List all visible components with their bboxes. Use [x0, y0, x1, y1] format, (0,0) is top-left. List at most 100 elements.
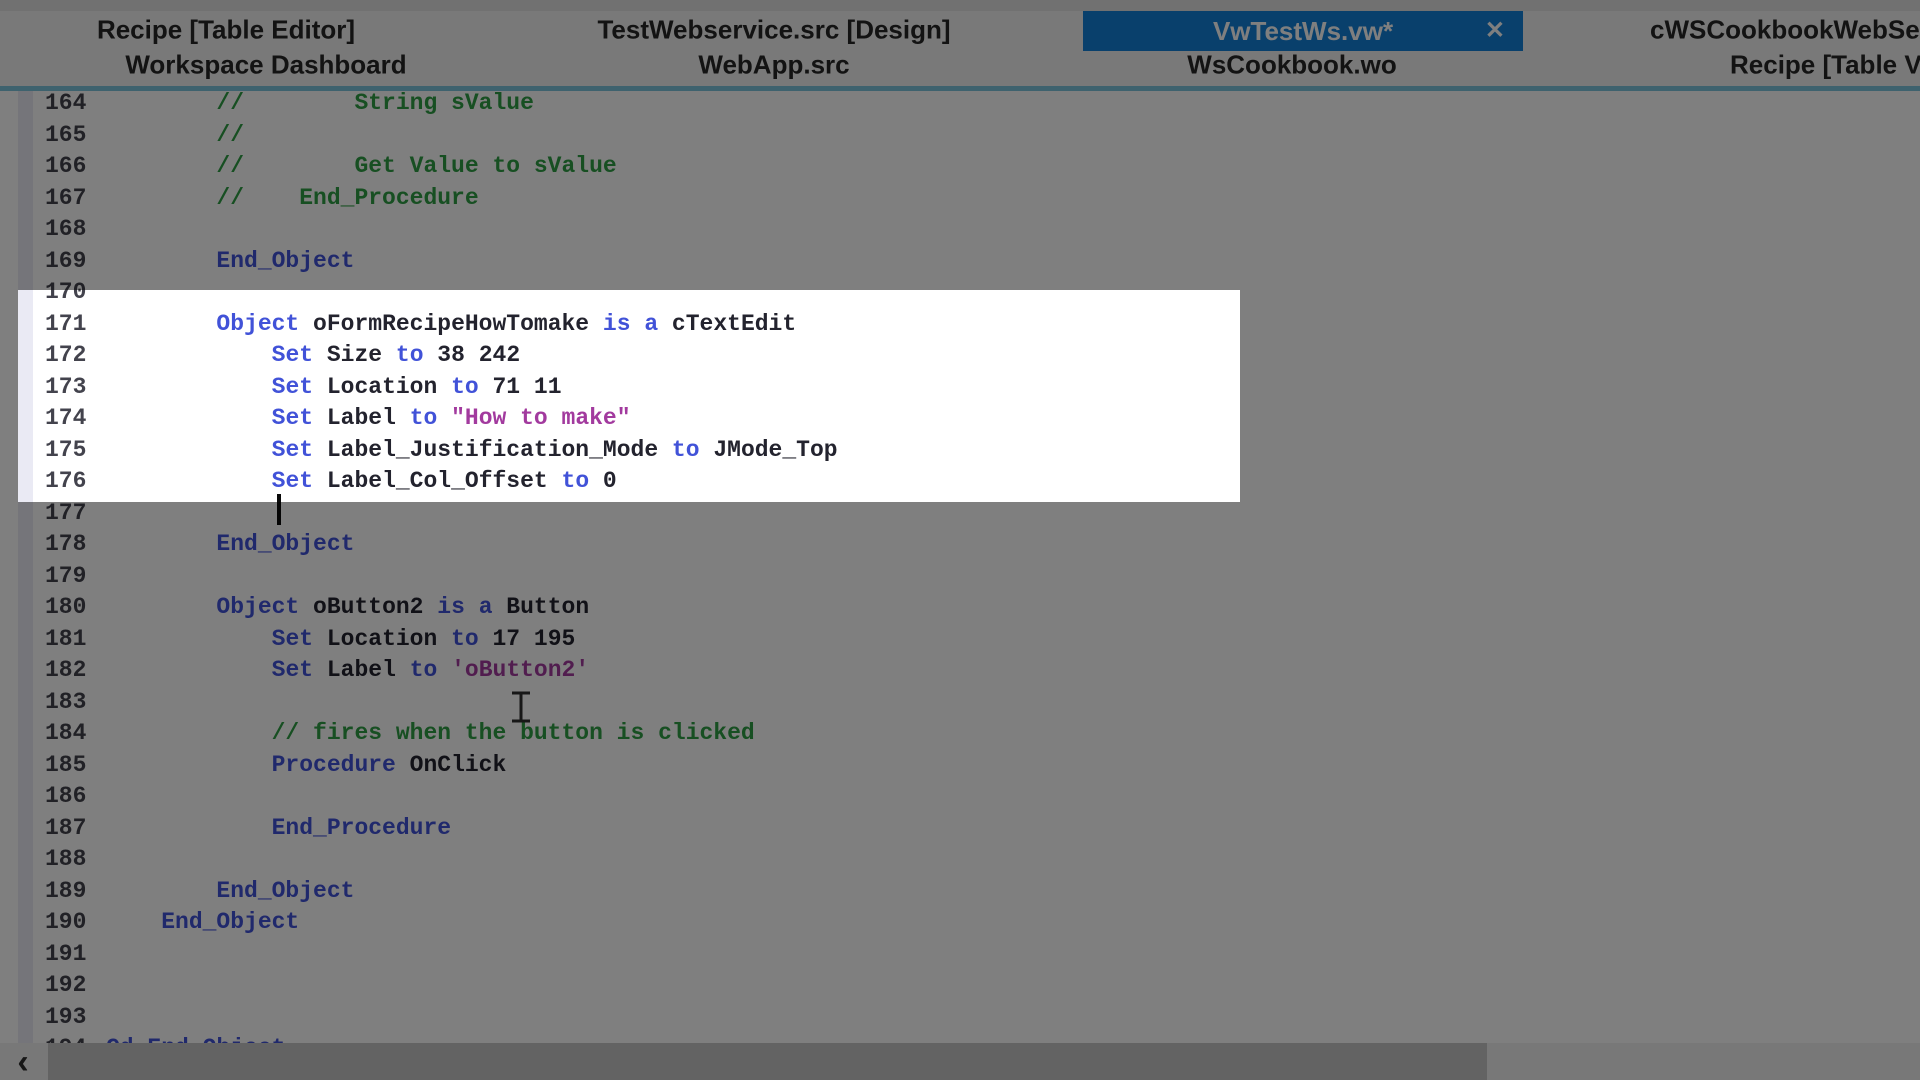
tab-recipe-table-view[interactable]: Recipe [Table View] — [1730, 50, 1920, 81]
line-number: 164 — [45, 91, 86, 120]
code-line[interactable]: 190 End_Object — [0, 907, 1920, 939]
line-number: 184 — [45, 718, 86, 750]
code-line[interactable]: 185 Procedure OnClick — [0, 750, 1920, 782]
code-text: End_Object — [106, 907, 299, 939]
tab-testwebservice-src-design[interactable]: TestWebservice.src [Design] — [597, 15, 950, 46]
line-number: 180 — [45, 592, 86, 624]
line-number: 172 — [45, 340, 86, 372]
code-line[interactable]: 174 Set Label to "How to make" — [0, 403, 1920, 435]
line-number: 170 — [45, 277, 86, 309]
ibeam-cursor — [508, 691, 534, 723]
code-text: Set Location to 17 195 — [106, 624, 575, 656]
code-text: Object oButton2 is a Button — [106, 592, 589, 624]
close-icon[interactable]: ✕ — [1485, 19, 1505, 43]
code-line[interactable]: 189 End_Object — [0, 876, 1920, 908]
code-line[interactable]: 175 Set Label_Justification_Mode to JMod… — [0, 435, 1920, 467]
line-number: 174 — [45, 403, 86, 435]
code-line[interactable]: 180 Object oButton2 is a Button — [0, 592, 1920, 624]
line-number: 191 — [45, 939, 86, 971]
code-text: End_Object — [106, 876, 354, 908]
code-text: Object oFormRecipeHowTomake is a cTextEd… — [106, 309, 796, 341]
code-line[interactable]: 188 — [0, 844, 1920, 876]
line-number: 169 — [45, 246, 86, 278]
code-text: // Get Value to sValue — [106, 151, 617, 183]
tab-recipe-table-editor[interactable]: Recipe [Table Editor] — [97, 15, 355, 46]
code-text: Set Size to 38 242 — [106, 340, 520, 372]
line-number: 166 — [45, 151, 86, 183]
code-line[interactable]: 177 — [0, 498, 1920, 530]
code-text: Set Label_Justification_Mode to JMode_To… — [106, 435, 838, 467]
text-caret — [277, 494, 281, 525]
line-number: 192 — [45, 970, 86, 1002]
code-text: Cd_End_Object — [106, 1033, 285, 1043]
line-number: 193 — [45, 1002, 86, 1034]
tab-wscookbook-wo[interactable]: WsCookbook.wo — [1187, 50, 1396, 81]
code-text: End_Procedure — [106, 813, 451, 845]
line-number: 167 — [45, 183, 86, 215]
line-number: 183 — [45, 687, 86, 719]
code-line[interactable]: 193 — [0, 1002, 1920, 1034]
code-line[interactable]: 182 Set Label to 'oButton2' — [0, 655, 1920, 687]
line-number: 190 — [45, 907, 86, 939]
tab-bar: Recipe [Table Editor] TestWebservice.src… — [0, 0, 1920, 86]
code-line[interactable]: 169 End_Object — [0, 246, 1920, 278]
code-line[interactable]: 183 — [0, 687, 1920, 719]
code-line[interactable]: 181 Set Location to 17 195 — [0, 624, 1920, 656]
code-line[interactable]: 179 — [0, 561, 1920, 593]
code-line[interactable]: 192 — [0, 970, 1920, 1002]
code-line[interactable]: 165 // — [0, 120, 1920, 152]
line-number: 179 — [45, 561, 86, 593]
active-tab-label: VwTestWs.vw* — [1213, 16, 1393, 47]
line-number: 168 — [45, 214, 86, 246]
code-text: End_Object — [106, 246, 354, 278]
code-text: // String sValue — [106, 91, 534, 120]
code-line[interactable]: 170 — [0, 277, 1920, 309]
line-number: 175 — [45, 435, 86, 467]
code-line[interactable]: 191 — [0, 939, 1920, 971]
code-editor-pane[interactable]: 164 // String sValue165 //166 // Get Val… — [0, 91, 1920, 1043]
code-text: Set Label to 'oButton2' — [106, 655, 589, 687]
line-number: 176 — [45, 466, 86, 498]
tab-workspace-dashboard[interactable]: Workspace Dashboard — [125, 50, 406, 81]
line-number: 165 — [45, 120, 86, 152]
line-number: 185 — [45, 750, 86, 782]
code-line[interactable]: 194 Cd_End_Object — [0, 1033, 1920, 1043]
code-line[interactable]: 171 Object oFormRecipeHowTomake is a cTe… — [0, 309, 1920, 341]
code-line[interactable]: 173 Set Location to 71 11 — [0, 372, 1920, 404]
tab-webapp-src[interactable]: WebApp.src — [698, 50, 849, 81]
line-number: 171 — [45, 309, 86, 341]
code-line[interactable]: 184 // fires when the button is clicked — [0, 718, 1920, 750]
line-number: 173 — [45, 372, 86, 404]
code-lines-container: 164 // String sValue165 //166 // Get Val… — [0, 91, 1920, 1043]
scrollbar-thumb[interactable] — [48, 1043, 1487, 1080]
code-text: Set Label_Col_Offset to 0 — [106, 466, 617, 498]
code-line[interactable]: 168 — [0, 214, 1920, 246]
code-text: // — [106, 120, 244, 152]
code-text: Set Label to "How to make" — [106, 403, 631, 435]
code-line[interactable]: 178 End_Object — [0, 529, 1920, 561]
tab-vwtestws-active[interactable]: VwTestWs.vw* ✕ — [1083, 11, 1523, 51]
line-number: 186 — [45, 781, 86, 813]
line-number: 178 — [45, 529, 86, 561]
scrollbar-left-button[interactable]: ‹ — [0, 1043, 46, 1080]
code-line[interactable]: 172 Set Size to 38 242 — [0, 340, 1920, 372]
line-number: 187 — [45, 813, 86, 845]
application-window: Recipe [Table Editor] TestWebservice.src… — [0, 0, 1920, 1080]
code-text: Set Location to 71 11 — [106, 372, 562, 404]
code-text: Procedure OnClick — [106, 750, 506, 782]
chevron-left-icon: ‹ — [17, 1045, 28, 1079]
tab-bar-top-strip — [0, 0, 1920, 11]
code-line[interactable]: 186 — [0, 781, 1920, 813]
tab-cwscookbookwebservice[interactable]: cWSCookbookWebService — [1650, 15, 1920, 46]
code-line[interactable]: 166 // Get Value to sValue — [0, 151, 1920, 183]
line-number: 182 — [45, 655, 86, 687]
line-number: 181 — [45, 624, 86, 656]
code-text: // End_Procedure — [106, 183, 479, 215]
code-line[interactable]: 164 // String sValue — [0, 91, 1920, 120]
horizontal-scrollbar[interactable]: ‹ — [0, 1043, 1920, 1080]
line-number: 194 — [45, 1033, 86, 1043]
code-line[interactable]: 176 Set Label_Col_Offset to 0 — [0, 466, 1920, 498]
code-line[interactable]: 167 // End_Procedure — [0, 183, 1920, 215]
code-line[interactable]: 187 End_Procedure — [0, 813, 1920, 845]
code-text: End_Object — [106, 529, 354, 561]
